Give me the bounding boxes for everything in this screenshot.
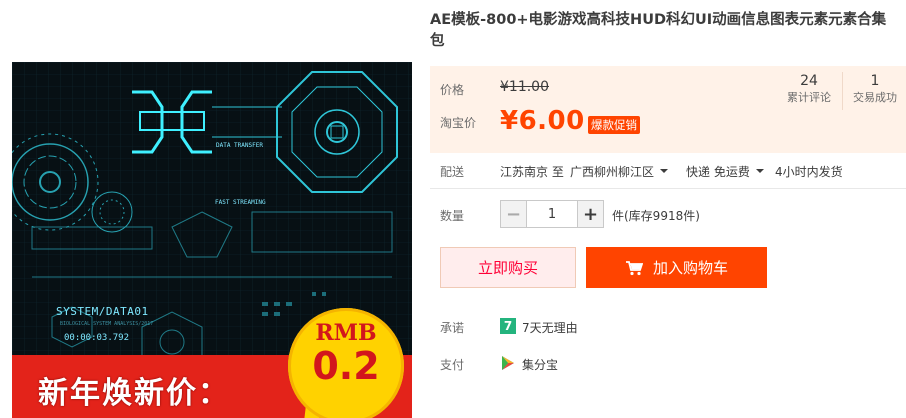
add-to-cart-button[interactable]: 加入购物车 — [586, 247, 767, 288]
promo-banner-text: 新年焕新价： — [38, 376, 230, 411]
buy-now-button[interactable]: 立即购买 — [440, 247, 576, 288]
reviews-count: 24 — [800, 73, 818, 89]
shopping-cart-icon — [625, 260, 643, 276]
stock-info: 件(库存9918件) — [612, 209, 700, 223]
chevron-down-icon — [755, 168, 764, 173]
payment-label: 支付 — [440, 358, 465, 372]
decrease-quantity-button[interactable]: − — [501, 201, 527, 227]
increase-quantity-button[interactable]: + — [577, 201, 603, 227]
hud-system-time: 00:00:03.792 — [64, 333, 130, 343]
hud-system-label: SYSTEM/DATA01 — [56, 305, 149, 318]
sales-label: 交易成功 — [853, 91, 897, 104]
stat-divider — [842, 72, 843, 110]
dispatch-time: 4小时内发货 — [775, 165, 843, 179]
reviews-label: 累计评论 — [787, 91, 831, 104]
sales-count: 1 — [870, 73, 880, 89]
reviews-stat[interactable]: 24 累计评论 — [778, 72, 840, 106]
shipping-method: 快递 免运费 — [686, 165, 750, 179]
current-price: ¥6.00 — [500, 106, 585, 136]
quantity-input[interactable] — [527, 201, 577, 227]
hud-fast-streaming-text: FAST STREAMING — [215, 199, 266, 206]
original-price: ¥11.00 — [500, 79, 549, 95]
divider — [430, 188, 906, 189]
seven-day-return-icon: 7 — [500, 318, 516, 334]
product-title: AE模板-800+电影游戏高科技HUD科幻UI动画信息图表元素元素合集包 — [430, 12, 887, 49]
promise-label: 承诺 — [440, 321, 465, 335]
shipping-from: 江苏南京 至 — [500, 165, 564, 179]
chevron-down-icon — [660, 168, 669, 173]
taobao-price-label: 淘宝价 — [440, 116, 477, 130]
hud-data-transfer-text: DATA TRANSFER — [216, 142, 263, 149]
jifenbao-icon — [500, 355, 516, 371]
shipping-destination-select[interactable]: 广西柳州柳江区 — [570, 163, 669, 180]
price-label: 价格 — [440, 83, 465, 97]
promise-text[interactable]: 7天无理由 — [522, 319, 578, 336]
quantity-label: 数量 — [440, 209, 465, 223]
buy-now-label: 立即购买 — [477, 259, 538, 277]
add-to-cart-label: 加入购物车 — [652, 259, 728, 277]
hud-system-sub: BIOLOGICAL SYSTEM ANALYSIS/2017 — [60, 321, 154, 327]
shipping-destination: 广西柳州柳江区 — [570, 165, 655, 179]
payment-text[interactable]: 集分宝 — [522, 356, 558, 373]
shipping-label: 配送 — [440, 165, 465, 179]
price-badge-currency: RMB — [315, 320, 377, 346]
promo-tag: 爆款促销 — [588, 116, 640, 134]
product-image[interactable]: DATA TRANSFER FAST STREAMING SYSTEM/DATA… — [12, 62, 412, 418]
shipping-method-select[interactable]: 快递 免运费 — [686, 163, 764, 180]
price-badge-value: 0.2 — [312, 344, 380, 388]
sales-stat: 1 交易成功 — [846, 72, 904, 106]
quantity-stepper: − + — [500, 200, 604, 228]
